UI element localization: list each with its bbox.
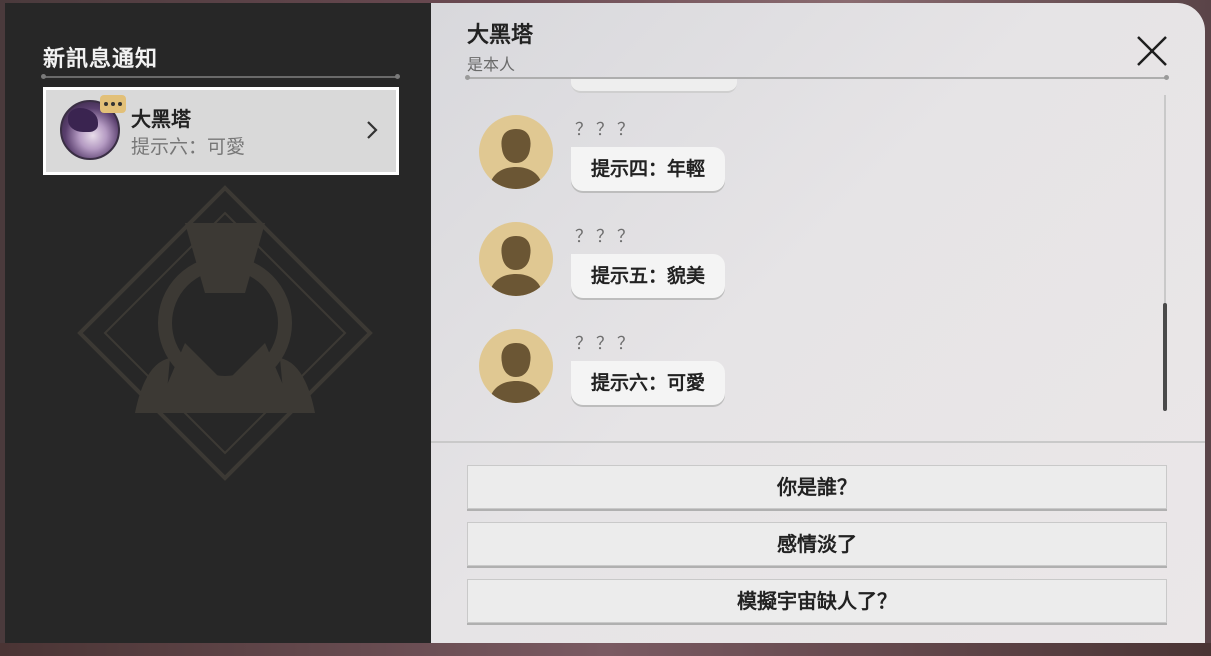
reply-option-3[interactable]: 模擬宇宙缺人了？ bbox=[467, 579, 1167, 623]
message-sender: ？？？ bbox=[575, 120, 638, 140]
message-bubble: 提示六：可愛 bbox=[571, 361, 726, 405]
silhouette-avatar bbox=[479, 115, 553, 189]
message-item: ？？？ 提示五：貌美 bbox=[479, 222, 1079, 312]
background-strip bbox=[0, 643, 1211, 656]
message-window: 新訊息通知 大黑塔 提示六：可愛 大黑塔 是本人 ？？？ 提示四：年輕 ？？？ … bbox=[5, 3, 1205, 643]
message-sender: ？？？ bbox=[575, 334, 638, 354]
message-bubble: 提示五：貌美 bbox=[571, 254, 726, 298]
sidebar-divider bbox=[41, 74, 400, 79]
conversation-title: 大黑塔 bbox=[467, 23, 534, 48]
conversation-panel: 大黑塔 是本人 ？？？ 提示四：年輕 ？？？ 提示五：貌美 ？？？ 提示六：可愛… bbox=[431, 3, 1205, 643]
scrollbar-thumb[interactable] bbox=[1163, 303, 1167, 411]
previous-message-bubble bbox=[571, 79, 737, 93]
sidebar-title: 新訊息通知 bbox=[43, 47, 159, 72]
silhouette-avatar bbox=[479, 329, 553, 403]
message-item: ？？？ 提示六：可愛 bbox=[479, 329, 1079, 419]
reply-option-2[interactable]: 感情淡了 bbox=[467, 522, 1167, 566]
options-divider bbox=[431, 441, 1205, 443]
faction-emblem-watermark bbox=[77, 185, 373, 481]
contact-preview: 提示六：可愛 bbox=[131, 136, 246, 158]
notification-sidebar: 新訊息通知 大黑塔 提示六：可愛 bbox=[5, 3, 431, 643]
reply-option-1[interactable]: 你是誰？ bbox=[467, 465, 1167, 509]
message-sender: ？？？ bbox=[575, 227, 638, 247]
conversation-subtitle: 是本人 bbox=[467, 55, 516, 74]
silhouette-avatar bbox=[479, 222, 553, 296]
contact-item-herta[interactable]: 大黑塔 提示六：可愛 bbox=[43, 87, 399, 175]
chat-bubble-icon bbox=[100, 95, 126, 113]
message-item: ？？？ 提示四：年輕 bbox=[479, 115, 1079, 205]
close-icon[interactable] bbox=[1132, 31, 1172, 71]
contact-name: 大黑塔 bbox=[131, 107, 191, 131]
chevron-right-icon bbox=[367, 121, 378, 139]
message-bubble: 提示四：年輕 bbox=[571, 147, 726, 191]
message-list[interactable]: ？？？ 提示四：年輕 ？？？ 提示五：貌美 ？？？ 提示六：可愛 bbox=[467, 79, 1167, 435]
